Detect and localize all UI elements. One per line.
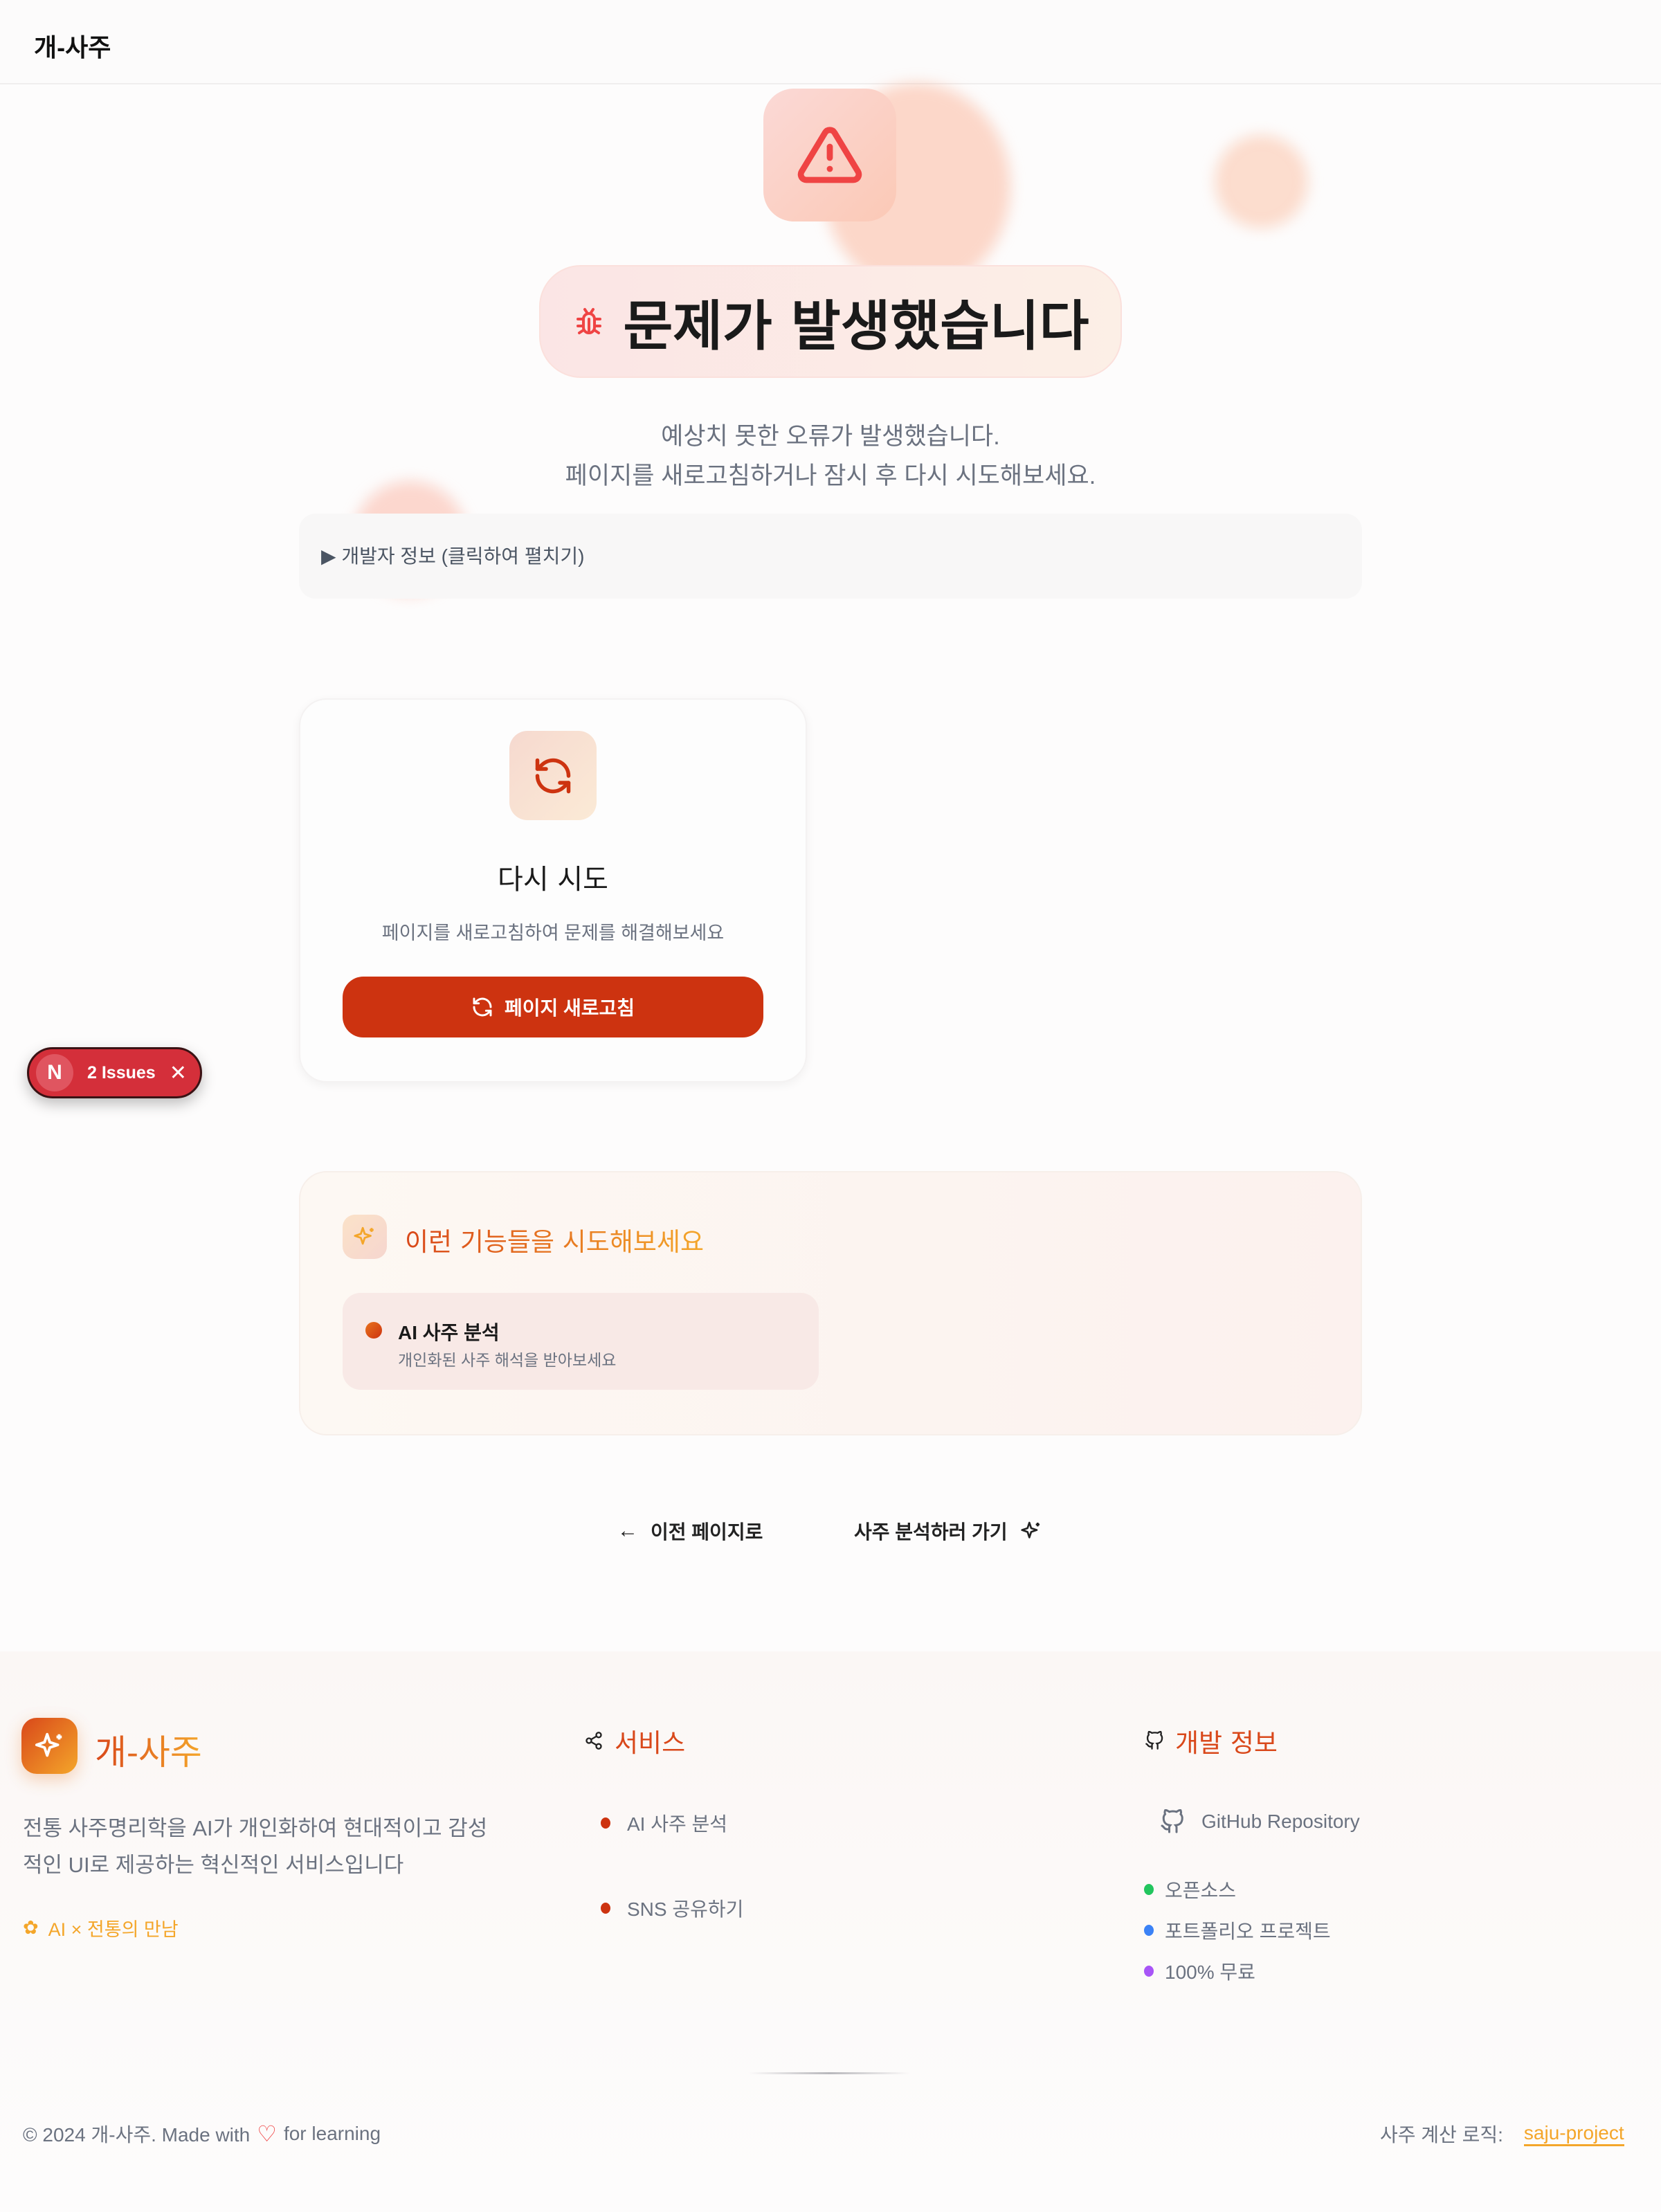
decor-blob	[1215, 135, 1308, 228]
feature-dot	[365, 1322, 382, 1339]
refresh-page-button[interactable]: 페이지 새로고침	[343, 977, 763, 1037]
warning-icon-box	[763, 89, 896, 221]
footer-logo-icon-box	[21, 1718, 78, 1774]
top-header	[0, 0, 1661, 84]
dev-info-heading-text: 개발 정보	[1175, 1728, 1278, 1758]
heart-icon: ♡	[257, 2121, 277, 2146]
footer-description-line1: 전통 사주명리학을 AI가 개인화하여 현대적이고 감성	[23, 1816, 488, 1840]
arrow-left-icon: ←	[617, 1519, 638, 1542]
footer-description-line2: 적인 UI로 제공하는 혁신적인 서비스입니다	[23, 1853, 404, 1877]
dev-info-label: 오픈소스	[1165, 1880, 1237, 1901]
dev-info-heading: 개발 정보	[1145, 1722, 1278, 1759]
share-icon	[586, 1732, 602, 1750]
features-heading: 이런 기능들을 시도해보세요	[405, 1221, 704, 1258]
footer-service-link[interactable]: AI 사주 분석	[601, 1809, 727, 1837]
bullet-dot	[1144, 1925, 1154, 1936]
services-heading: 서비스	[584, 1722, 685, 1759]
github-link[interactable]: GitHub Repository	[1160, 1809, 1360, 1834]
close-icon[interactable]: ✕	[170, 1061, 187, 1085]
footer-tagline: ✿ AI × 전통의 만남	[23, 1914, 179, 1941]
copyright-prefix: © 2024 개-사주. Made with	[23, 2124, 251, 2146]
footer-divider	[748, 2072, 910, 2074]
feature-title: AI 사주 분석	[398, 1322, 500, 1343]
retry-description: 페이지를 새로고침하여 문제를 해결해보세요	[381, 923, 725, 943]
github-icon	[1161, 1809, 1183, 1833]
retry-title: 다시 시도	[498, 864, 608, 896]
error-title: 문제가 발생했습니다	[623, 294, 1089, 358]
sparkles-icon	[35, 1732, 62, 1757]
refresh-page-label: 페이지 새로고침	[504, 997, 635, 1019]
dev-info-label: 100% 무료	[1165, 1961, 1255, 1983]
bullet-dot	[601, 1817, 610, 1829]
saju-project-link[interactable]: saju-project	[1523, 2122, 1624, 2146]
sparkles-icon	[1020, 1521, 1040, 1539]
footer-service-link[interactable]: SNS 공유하기	[601, 1894, 743, 1922]
logic-credit: 사주 계산 로직: saju-project	[1380, 2120, 1624, 2148]
error-message-line2: 페이지를 새로고침하거나 잠시 후 다시 시도해보세요.	[565, 462, 1096, 489]
brain-icon: ✿	[23, 1917, 39, 1938]
dev-info-item: 포트폴리오 프로젝트	[1144, 1916, 1331, 1944]
services-heading-text: 서비스	[615, 1728, 686, 1758]
copyright-suffix: for learning	[283, 2123, 381, 2144]
logic-label: 사주 계산 로직:	[1380, 2124, 1503, 2146]
warning-triangle-icon	[797, 127, 862, 183]
copyright: © 2024 개-사주. Made with ♡ for learning	[23, 2120, 381, 2148]
feature-description: 개인화된 사주 해석을 받아보세요	[398, 1351, 617, 1369]
issues-badge[interactable]: N 2 Issues ✕	[27, 1047, 202, 1098]
bug-icon	[576, 307, 601, 334]
error-title-pill: 문제가 발생했습니다	[539, 265, 1122, 378]
bullet-dot	[1144, 1966, 1154, 1977]
service-label: AI 사주 분석	[627, 1813, 728, 1835]
footer-tagline-text: AI × 전통의 만남	[48, 1919, 179, 1940]
github-link-label: GitHub Repository	[1201, 1811, 1360, 1832]
analyze-link-label: 사주 분석하러 가기	[854, 1521, 1008, 1543]
refresh-icon	[473, 997, 492, 1017]
service-label: SNS 공유하기	[627, 1898, 744, 1920]
refresh-icon	[535, 758, 571, 793]
github-icon	[1145, 1731, 1163, 1750]
sparkles-icon	[354, 1226, 374, 1245]
error-message-line1: 예상치 못한 오류가 발생했습니다.	[661, 423, 1000, 450]
dev-info-label: 포트폴리오 프로젝트	[1165, 1921, 1331, 1942]
bullet-dot	[601, 1903, 610, 1914]
bullet-dot	[1144, 1884, 1154, 1895]
header-logo[interactable]: 개-사주	[34, 28, 111, 64]
nextjs-logo-icon: N	[36, 1054, 73, 1091]
back-link-label: 이전 페이지로	[651, 1521, 763, 1543]
sparkle-icon-box	[343, 1215, 387, 1259]
issues-count: 2 Issues	[87, 1062, 156, 1082]
developer-info-toggle[interactable]: ▶ 개발자 정보 (클릭하여 펼치기)	[299, 514, 1362, 599]
analyze-link[interactable]: 사주 분석하러 가기	[854, 1517, 1042, 1545]
footer-brand: 개-사주	[95, 1725, 202, 1775]
dev-info-item: 오픈소스	[1144, 1876, 1236, 1903]
back-link[interactable]: ← 이전 페이지로	[617, 1517, 763, 1545]
dev-info-item: 100% 무료	[1144, 1957, 1255, 1985]
refresh-icon-box	[509, 731, 597, 820]
developer-info-label: ▶ 개발자 정보 (클릭하여 펼치기)	[321, 545, 585, 567]
